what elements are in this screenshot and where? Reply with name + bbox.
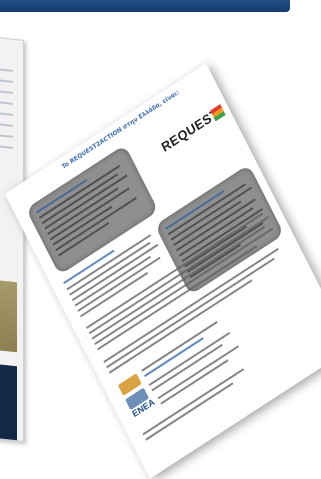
top-bar bbox=[0, 0, 290, 12]
background-page-gold-panel bbox=[0, 279, 17, 353]
brochure-page: To REQUEST2ACTION στην Ελλάδα, είναι: RE… bbox=[4, 63, 321, 479]
request-logo: REQUEST bbox=[159, 102, 231, 165]
background-page bbox=[0, 36, 24, 442]
background-page-text bbox=[0, 67, 13, 158]
background-page-navy-panel bbox=[0, 363, 17, 441]
